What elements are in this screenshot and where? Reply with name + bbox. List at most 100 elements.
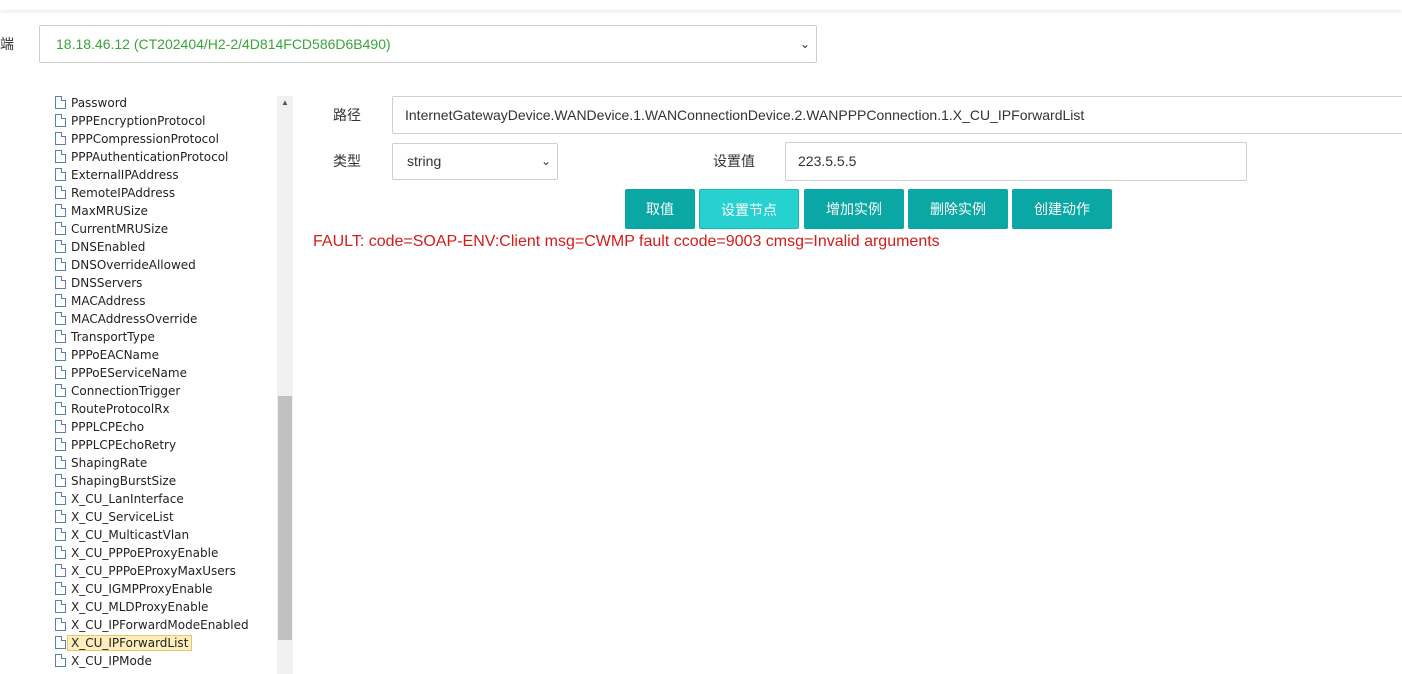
tree-item[interactable]: X_CU_IPForwardList	[54, 634, 249, 652]
delete-instance-button[interactable]: 删除实例	[908, 189, 1008, 229]
value-input[interactable]: 223.5.5.5	[785, 142, 1247, 181]
file-icon	[55, 168, 66, 181]
tree-item[interactable]: MaxMRUSize	[54, 202, 249, 220]
tree-list: Password PPPEncryptionProtocol PPPCompress…	[54, 94, 249, 670]
tree-scrollbar[interactable]: ▲	[277, 96, 293, 674]
device-select-value: 18.18.46.12 (CT202404/H2-2/4D814FCD586D6…	[56, 36, 391, 52]
tree-item[interactable]: X_CU_PPPoEProxyMaxUsers	[54, 562, 249, 580]
tree-item-label: X_CU_ServiceList	[71, 510, 174, 524]
tree-item-label: PPPLCPEcho	[71, 420, 145, 434]
tree-item[interactable]: PPPAuthenticationProtocol	[54, 148, 249, 166]
tree-item[interactable]: X_CU_LanInterface	[54, 490, 249, 508]
value-label: 设置值	[713, 153, 755, 169]
file-icon	[55, 132, 66, 145]
scroll-thumb[interactable]	[278, 396, 292, 640]
path-label: 路径	[333, 107, 361, 123]
type-select[interactable]: string ⌄	[392, 143, 558, 180]
tree-item-label: MaxMRUSize	[71, 204, 148, 218]
file-icon	[55, 528, 66, 541]
tree-item-label: CurrentMRUSize	[71, 222, 169, 236]
file-icon	[55, 348, 66, 361]
file-icon	[55, 546, 66, 559]
path-input-value: InternetGatewayDevice.WANDevice.1.WANCon…	[405, 107, 1085, 123]
add-instance-button[interactable]: 增加实例	[804, 189, 904, 229]
tree-item-label: MACAddressOverride	[71, 312, 198, 326]
file-icon	[55, 510, 66, 523]
tree-item[interactable]: X_CU_IPForwardModeEnabled	[54, 616, 249, 634]
tree-item[interactable]: Password	[54, 94, 249, 112]
tree-item[interactable]: ShapingRate	[54, 454, 249, 472]
tree-item[interactable]: DNSServers	[54, 274, 249, 292]
file-icon	[55, 96, 66, 109]
tree-item[interactable]: PPPoEServiceName	[54, 364, 249, 382]
file-icon	[55, 438, 66, 451]
get-value-button[interactable]: 取值	[625, 189, 695, 229]
tree-item[interactable]: DNSOverrideAllowed	[54, 256, 249, 274]
tree-item[interactable]: X_CU_IPMode	[54, 652, 249, 670]
tree-item-label: ConnectionTrigger	[71, 384, 181, 398]
device-select[interactable]: 18.18.46.12 (CT202404/H2-2/4D814FCD586D6…	[39, 25, 817, 63]
file-icon	[55, 474, 66, 487]
parameter-tree[interactable]: Password PPPEncryptionProtocol PPPCompress…	[40, 94, 293, 674]
tree-item-label: PPPoEServiceName	[71, 366, 187, 380]
tree-item[interactable]: X_CU_MulticastVlan	[54, 526, 249, 544]
tree-item[interactable]: RemoteIPAddress	[54, 184, 249, 202]
tree-item[interactable]: ShapingBurstSize	[54, 472, 249, 490]
tree-item-label: MACAddress	[71, 294, 146, 308]
tree-item[interactable]: MACAddress	[54, 292, 249, 310]
file-icon	[55, 276, 66, 289]
tree-item[interactable]: ConnectionTrigger	[54, 382, 249, 400]
tree-item-label: DNSOverrideAllowed	[71, 258, 196, 272]
tree-item-label: X_CU_PPPoEProxyEnable	[71, 546, 219, 560]
tree-item[interactable]: PPPoEACName	[54, 346, 249, 364]
file-icon	[55, 636, 66, 649]
tree-item[interactable]: X_CU_PPPoEProxyEnable	[54, 544, 249, 562]
file-icon	[55, 618, 66, 631]
type-label: 类型	[333, 153, 361, 169]
fault-message: FAULT: code=SOAP-ENV:Client msg=CWMP fau…	[313, 233, 940, 250]
file-icon	[55, 330, 66, 343]
tree-item[interactable]: X_CU_MLDProxyEnable	[54, 598, 249, 616]
file-icon	[55, 420, 66, 433]
tree-item[interactable]: RouteProtocolRx	[54, 400, 249, 418]
tree-item[interactable]: TransportType	[54, 328, 249, 346]
tree-item-label: ShapingRate	[71, 456, 148, 470]
file-icon	[55, 258, 66, 271]
tree-item[interactable]: MACAddressOverride	[54, 310, 249, 328]
tree-item[interactable]: X_CU_ServiceList	[54, 508, 249, 526]
tree-item[interactable]: X_CU_IGMPProxyEnable	[54, 580, 249, 598]
file-icon	[55, 294, 66, 307]
tree-item-label: PPPEncryptionProtocol	[71, 114, 206, 128]
tree-item-label: PPPLCPEchoRetry	[71, 438, 177, 452]
tree-item-label: PPPoEACName	[71, 348, 159, 362]
tree-item-label: PPPAuthenticationProtocol	[71, 150, 229, 164]
tree-item[interactable]: PPPLCPEcho	[54, 418, 249, 436]
tree-item[interactable]: PPPLCPEchoRetry	[54, 436, 249, 454]
file-icon	[55, 564, 66, 577]
file-icon	[55, 204, 66, 217]
file-icon	[55, 366, 66, 379]
tree-item[interactable]: ExternalIPAddress	[54, 166, 249, 184]
chevron-down-icon: ⌄	[540, 154, 551, 168]
set-node-button[interactable]: 设置节点	[699, 189, 799, 229]
tree-item[interactable]: CurrentMRUSize	[54, 220, 249, 238]
tree-item[interactable]: PPPEncryptionProtocol	[54, 112, 249, 130]
type-select-value: string	[407, 153, 442, 169]
file-icon	[55, 402, 66, 415]
tree-item-label: RouteProtocolRx	[71, 402, 170, 416]
file-icon	[55, 384, 66, 397]
tree-item-label: DNSServers	[71, 276, 143, 290]
tree-item[interactable]: PPPCompressionProtocol	[54, 130, 249, 148]
create-action-button[interactable]: 创建动作	[1012, 189, 1112, 229]
chevron-down-icon: ⌄	[799, 37, 810, 51]
file-icon	[55, 654, 66, 667]
tree-item-label: X_CU_MLDProxyEnable	[71, 600, 209, 614]
file-icon	[55, 582, 66, 595]
path-input[interactable]: InternetGatewayDevice.WANDevice.1.WANCon…	[392, 96, 1402, 134]
file-icon	[55, 492, 66, 505]
file-icon	[55, 222, 66, 235]
tree-item[interactable]: DNSEnabled	[54, 238, 249, 256]
scroll-up-arrow-icon[interactable]: ▲	[277, 98, 293, 112]
tree-item-label: TransportType	[71, 330, 155, 344]
tree-item-label: DNSEnabled	[71, 240, 146, 254]
